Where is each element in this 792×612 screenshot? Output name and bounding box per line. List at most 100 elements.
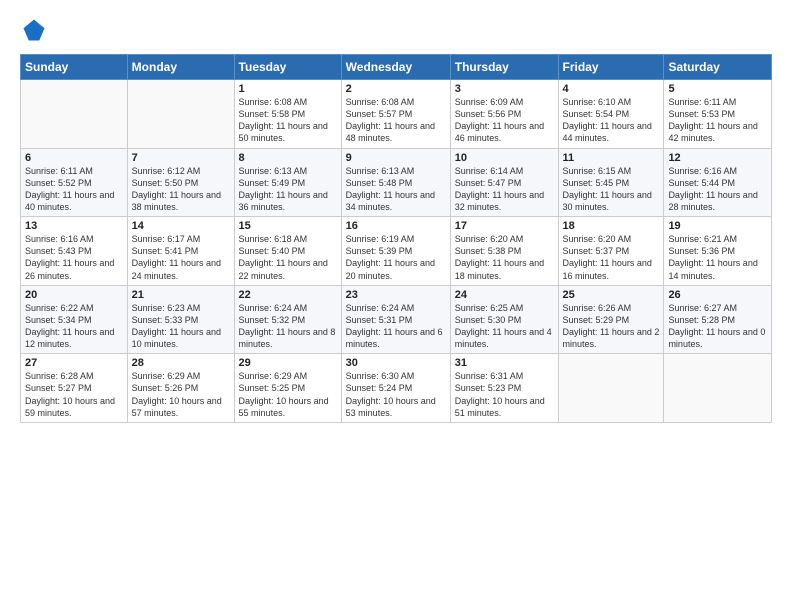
calendar-header-monday: Monday <box>127 55 234 80</box>
cell-text: Sunrise: 6:30 AM Sunset: 5:24 PM Dayligh… <box>346 370 446 419</box>
day-number: 28 <box>132 357 230 369</box>
day-number: 10 <box>455 152 554 164</box>
calendar-cell: 24Sunrise: 6:25 AM Sunset: 5:30 PM Dayli… <box>450 285 558 354</box>
calendar-cell: 9Sunrise: 6:13 AM Sunset: 5:48 PM Daylig… <box>341 148 450 217</box>
day-number: 4 <box>563 83 660 95</box>
calendar-cell: 10Sunrise: 6:14 AM Sunset: 5:47 PM Dayli… <box>450 148 558 217</box>
cell-text: Sunrise: 6:22 AM Sunset: 5:34 PM Dayligh… <box>25 302 123 351</box>
day-number: 26 <box>668 289 767 301</box>
cell-text: Sunrise: 6:08 AM Sunset: 5:58 PM Dayligh… <box>239 96 337 145</box>
cell-text: Sunrise: 6:11 AM Sunset: 5:52 PM Dayligh… <box>25 165 123 214</box>
calendar-cell: 17Sunrise: 6:20 AM Sunset: 5:38 PM Dayli… <box>450 217 558 286</box>
calendar-cell <box>21 80 128 149</box>
calendar: SundayMondayTuesdayWednesdayThursdayFrid… <box>20 54 772 423</box>
calendar-cell: 5Sunrise: 6:11 AM Sunset: 5:53 PM Daylig… <box>664 80 772 149</box>
day-number: 16 <box>346 220 446 232</box>
calendar-cell: 13Sunrise: 6:16 AM Sunset: 5:43 PM Dayli… <box>21 217 128 286</box>
calendar-week-5: 27Sunrise: 6:28 AM Sunset: 5:27 PM Dayli… <box>21 354 772 423</box>
calendar-header-thursday: Thursday <box>450 55 558 80</box>
cell-text: Sunrise: 6:20 AM Sunset: 5:38 PM Dayligh… <box>455 233 554 282</box>
calendar-week-2: 6Sunrise: 6:11 AM Sunset: 5:52 PM Daylig… <box>21 148 772 217</box>
calendar-cell <box>664 354 772 423</box>
calendar-cell: 7Sunrise: 6:12 AM Sunset: 5:50 PM Daylig… <box>127 148 234 217</box>
cell-text: Sunrise: 6:13 AM Sunset: 5:48 PM Dayligh… <box>346 165 446 214</box>
day-number: 20 <box>25 289 123 301</box>
day-number: 22 <box>239 289 337 301</box>
calendar-cell: 15Sunrise: 6:18 AM Sunset: 5:40 PM Dayli… <box>234 217 341 286</box>
cell-text: Sunrise: 6:24 AM Sunset: 5:31 PM Dayligh… <box>346 302 446 351</box>
cell-text: Sunrise: 6:13 AM Sunset: 5:49 PM Dayligh… <box>239 165 337 214</box>
calendar-cell: 11Sunrise: 6:15 AM Sunset: 5:45 PM Dayli… <box>558 148 664 217</box>
day-number: 24 <box>455 289 554 301</box>
day-number: 7 <box>132 152 230 164</box>
calendar-week-1: 1Sunrise: 6:08 AM Sunset: 5:58 PM Daylig… <box>21 80 772 149</box>
calendar-header-saturday: Saturday <box>664 55 772 80</box>
day-number: 25 <box>563 289 660 301</box>
calendar-cell: 31Sunrise: 6:31 AM Sunset: 5:23 PM Dayli… <box>450 354 558 423</box>
day-number: 14 <box>132 220 230 232</box>
calendar-cell: 8Sunrise: 6:13 AM Sunset: 5:49 PM Daylig… <box>234 148 341 217</box>
day-number: 19 <box>668 220 767 232</box>
day-number: 5 <box>668 83 767 95</box>
calendar-cell <box>127 80 234 149</box>
calendar-cell: 14Sunrise: 6:17 AM Sunset: 5:41 PM Dayli… <box>127 217 234 286</box>
logo <box>20 16 52 44</box>
day-number: 23 <box>346 289 446 301</box>
cell-text: Sunrise: 6:24 AM Sunset: 5:32 PM Dayligh… <box>239 302 337 351</box>
calendar-cell: 29Sunrise: 6:29 AM Sunset: 5:25 PM Dayli… <box>234 354 341 423</box>
header <box>20 16 772 44</box>
day-number: 2 <box>346 83 446 95</box>
day-number: 29 <box>239 357 337 369</box>
day-number: 11 <box>563 152 660 164</box>
calendar-cell: 25Sunrise: 6:26 AM Sunset: 5:29 PM Dayli… <box>558 285 664 354</box>
cell-text: Sunrise: 6:08 AM Sunset: 5:57 PM Dayligh… <box>346 96 446 145</box>
calendar-cell <box>558 354 664 423</box>
calendar-week-4: 20Sunrise: 6:22 AM Sunset: 5:34 PM Dayli… <box>21 285 772 354</box>
calendar-header-sunday: Sunday <box>21 55 128 80</box>
cell-text: Sunrise: 6:09 AM Sunset: 5:56 PM Dayligh… <box>455 96 554 145</box>
day-number: 21 <box>132 289 230 301</box>
day-number: 8 <box>239 152 337 164</box>
cell-text: Sunrise: 6:16 AM Sunset: 5:44 PM Dayligh… <box>668 165 767 214</box>
calendar-week-3: 13Sunrise: 6:16 AM Sunset: 5:43 PM Dayli… <box>21 217 772 286</box>
logo-icon <box>20 16 48 44</box>
cell-text: Sunrise: 6:27 AM Sunset: 5:28 PM Dayligh… <box>668 302 767 351</box>
calendar-cell: 2Sunrise: 6:08 AM Sunset: 5:57 PM Daylig… <box>341 80 450 149</box>
day-number: 9 <box>346 152 446 164</box>
day-number: 13 <box>25 220 123 232</box>
calendar-cell: 12Sunrise: 6:16 AM Sunset: 5:44 PM Dayli… <box>664 148 772 217</box>
calendar-cell: 19Sunrise: 6:21 AM Sunset: 5:36 PM Dayli… <box>664 217 772 286</box>
calendar-cell: 23Sunrise: 6:24 AM Sunset: 5:31 PM Dayli… <box>341 285 450 354</box>
calendar-header-row: SundayMondayTuesdayWednesdayThursdayFrid… <box>21 55 772 80</box>
cell-text: Sunrise: 6:20 AM Sunset: 5:37 PM Dayligh… <box>563 233 660 282</box>
calendar-cell: 3Sunrise: 6:09 AM Sunset: 5:56 PM Daylig… <box>450 80 558 149</box>
day-number: 15 <box>239 220 337 232</box>
calendar-header-tuesday: Tuesday <box>234 55 341 80</box>
cell-text: Sunrise: 6:31 AM Sunset: 5:23 PM Dayligh… <box>455 370 554 419</box>
cell-text: Sunrise: 6:10 AM Sunset: 5:54 PM Dayligh… <box>563 96 660 145</box>
cell-text: Sunrise: 6:11 AM Sunset: 5:53 PM Dayligh… <box>668 96 767 145</box>
cell-text: Sunrise: 6:29 AM Sunset: 5:25 PM Dayligh… <box>239 370 337 419</box>
day-number: 17 <box>455 220 554 232</box>
cell-text: Sunrise: 6:16 AM Sunset: 5:43 PM Dayligh… <box>25 233 123 282</box>
calendar-header-wednesday: Wednesday <box>341 55 450 80</box>
calendar-cell: 6Sunrise: 6:11 AM Sunset: 5:52 PM Daylig… <box>21 148 128 217</box>
calendar-cell: 26Sunrise: 6:27 AM Sunset: 5:28 PM Dayli… <box>664 285 772 354</box>
day-number: 6 <box>25 152 123 164</box>
cell-text: Sunrise: 6:17 AM Sunset: 5:41 PM Dayligh… <box>132 233 230 282</box>
page: SundayMondayTuesdayWednesdayThursdayFrid… <box>0 0 792 612</box>
calendar-cell: 1Sunrise: 6:08 AM Sunset: 5:58 PM Daylig… <box>234 80 341 149</box>
cell-text: Sunrise: 6:28 AM Sunset: 5:27 PM Dayligh… <box>25 370 123 419</box>
calendar-cell: 20Sunrise: 6:22 AM Sunset: 5:34 PM Dayli… <box>21 285 128 354</box>
cell-text: Sunrise: 6:12 AM Sunset: 5:50 PM Dayligh… <box>132 165 230 214</box>
cell-text: Sunrise: 6:18 AM Sunset: 5:40 PM Dayligh… <box>239 233 337 282</box>
calendar-header-friday: Friday <box>558 55 664 80</box>
calendar-cell: 16Sunrise: 6:19 AM Sunset: 5:39 PM Dayli… <box>341 217 450 286</box>
cell-text: Sunrise: 6:14 AM Sunset: 5:47 PM Dayligh… <box>455 165 554 214</box>
cell-text: Sunrise: 6:23 AM Sunset: 5:33 PM Dayligh… <box>132 302 230 351</box>
calendar-cell: 4Sunrise: 6:10 AM Sunset: 5:54 PM Daylig… <box>558 80 664 149</box>
day-number: 3 <box>455 83 554 95</box>
cell-text: Sunrise: 6:19 AM Sunset: 5:39 PM Dayligh… <box>346 233 446 282</box>
day-number: 30 <box>346 357 446 369</box>
day-number: 31 <box>455 357 554 369</box>
